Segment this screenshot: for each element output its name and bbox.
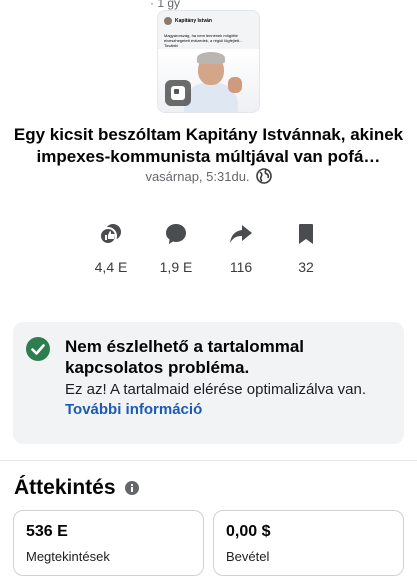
views-value: 536 E <box>26 523 68 540</box>
overview-header: Áttekintés <box>14 476 140 500</box>
reactions-icon <box>99 224 121 245</box>
more-info-link[interactable]: További információ <box>65 401 202 418</box>
divider <box>0 460 417 461</box>
comments-count: 1,9 E <box>159 259 193 275</box>
image-icon <box>165 80 191 106</box>
thumbnail-author: Kapitány István <box>175 18 212 24</box>
revenue-label: Bevétel <box>226 549 270 564</box>
views-metric-card[interactable]: 536 E Megtekintések <box>13 510 204 576</box>
status-description: Ez az! A tartalmaid elérése optimalizálv… <box>65 380 395 420</box>
status-description-text: Ez az! A tartalmaid elérése optimalizálv… <box>65 381 366 398</box>
info-icon[interactable] <box>124 480 140 496</box>
shares-count: 116 <box>229 259 253 275</box>
post-timestamp: vasárnap, 5:31du. <box>145 168 250 184</box>
thumbnail-avatar <box>164 17 172 25</box>
content-status-card: Nem észlelhető a tartalommal kapcsolatos… <box>13 322 404 444</box>
status-title: Nem észlelhető a tartalommal kapcsolatos… <box>65 337 305 377</box>
overview-title: Áttekintés <box>14 476 116 499</box>
comment-icon <box>166 224 186 244</box>
revenue-value: 0,00 $ <box>226 523 271 540</box>
person-fist <box>228 77 242 93</box>
comments-stat[interactable]: 1,9 E <box>146 222 206 275</box>
post-title[interactable]: Egy kicsit beszóltam Kapitány Istvánnak,… <box>0 124 417 168</box>
reactions-stat[interactable]: 4,4 E <box>81 222 141 275</box>
shares-stat[interactable]: 116 <box>211 222 271 275</box>
saves-count: 32 <box>298 259 314 275</box>
share-icon <box>230 225 252 243</box>
previous-post-meta: · 1 gy <box>150 0 181 10</box>
saves-stat[interactable]: 32 <box>276 222 336 275</box>
revenue-metric-card[interactable]: 0,00 $ Bevétel <box>213 510 404 576</box>
post-meta: vasárnap, 5:31du. <box>0 168 417 184</box>
globe-icon <box>255 168 272 184</box>
bookmark-icon <box>299 224 313 244</box>
views-label: Megtekintések <box>26 549 110 564</box>
reactions-count: 4,4 E <box>94 259 128 275</box>
check-circle-icon <box>26 337 50 361</box>
thumbnail-header: Kapitány István <box>164 17 212 25</box>
thumbnail-text: Magyarország, ha nem lennének mögötte el… <box>164 33 243 48</box>
person-hair <box>197 52 225 64</box>
